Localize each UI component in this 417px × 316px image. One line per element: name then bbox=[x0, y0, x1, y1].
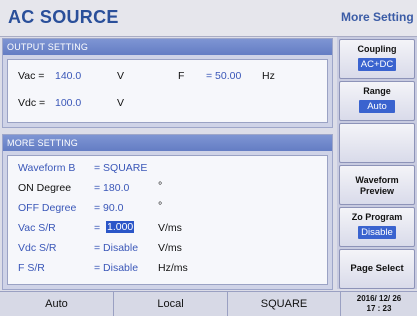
coupling-softkey[interactable]: Coupling AC+DC bbox=[339, 39, 415, 79]
frequency-label: F bbox=[178, 70, 185, 82]
vdc-slew-rate-unit: V/ms bbox=[158, 242, 182, 254]
zo-program-softkey[interactable]: Zo Program Disable bbox=[339, 207, 415, 247]
on-degree-value-field[interactable]: = 180.0 bbox=[94, 182, 129, 194]
screen: AC SOURCE More Setting OUTPUT SETTING Va… bbox=[0, 0, 417, 316]
blank-softkey[interactable] bbox=[339, 123, 415, 163]
more-setting-body: Waveform B = SQUARE ON Degree = 180.0 ° … bbox=[7, 155, 328, 285]
zo-program-value: Disable bbox=[358, 226, 396, 239]
status-waveform: SQUARE bbox=[260, 298, 308, 310]
status-time: 17 : 23 bbox=[366, 304, 392, 313]
vdc-value-field[interactable]: 100.0 bbox=[55, 97, 81, 109]
waveform-preview-softkey[interactable]: Waveform Preview bbox=[339, 165, 415, 205]
range-label: Range bbox=[363, 86, 391, 96]
waveform-b-label: Waveform B bbox=[18, 162, 76, 174]
output-setting-panel: OUTPUT SETTING Vac = 140.0 V F = 50.00 H… bbox=[2, 38, 333, 128]
vdc-unit: V bbox=[117, 97, 125, 109]
waveform-b-value-field[interactable]: = SQUARE bbox=[94, 162, 147, 174]
coupling-value: AC+DC bbox=[357, 58, 397, 71]
output-setting-body: Vac = 140.0 V F = 50.00 Hz Vdc = 100.0 V bbox=[7, 59, 328, 123]
more-setting-panel: MORE SETTING Waveform B = SQUARE ON Degr… bbox=[2, 134, 333, 290]
output-setting-title: OUTPUT SETTING bbox=[3, 39, 332, 55]
status-mode: Auto bbox=[45, 298, 68, 310]
vac-slew-rate-value-field[interactable]: 1.000 bbox=[106, 221, 135, 233]
vac-slew-rate-label: Vac S/R bbox=[18, 222, 56, 234]
range-softkey[interactable]: Range Auto bbox=[339, 81, 415, 121]
f-slew-rate-value-field[interactable]: = Disable bbox=[94, 262, 138, 274]
off-degree-value-field[interactable]: = 90.0 bbox=[94, 202, 124, 214]
page-select-label: Page Select bbox=[350, 263, 404, 274]
coupling-label: Coupling bbox=[357, 44, 397, 54]
f-slew-rate-label: F S/R bbox=[18, 262, 45, 274]
waveform-preview-label-line2: Preview bbox=[359, 186, 395, 196]
softkey-column: Coupling AC+DC Range Auto Waveform Previ… bbox=[337, 37, 417, 289]
waveform-preview-label-line1: Waveform bbox=[355, 175, 399, 185]
status-control: Local bbox=[157, 298, 184, 310]
on-degree-label: ON Degree bbox=[18, 182, 72, 194]
vac-slew-rate-unit: V/ms bbox=[158, 222, 182, 234]
frequency-value-field[interactable]: = 50.00 bbox=[206, 70, 241, 82]
vac-label: Vac = bbox=[18, 70, 45, 82]
off-degree-label: OFF Degree bbox=[18, 202, 77, 214]
header-bar: AC SOURCE More Setting bbox=[0, 0, 417, 37]
vdc-slew-rate-label: Vdc S/R bbox=[18, 242, 57, 254]
status-datetime: 2016/ 12/ 26 17 : 23 bbox=[342, 294, 416, 314]
vdc-slew-rate-value-field[interactable]: = Disable bbox=[94, 242, 138, 254]
more-setting-title: MORE SETTING bbox=[3, 135, 332, 151]
vdc-label: Vdc = bbox=[18, 97, 46, 109]
vac-unit: V bbox=[117, 70, 125, 82]
off-degree-unit: ° bbox=[158, 200, 163, 212]
range-value: Auto bbox=[359, 100, 395, 113]
f-slew-rate-unit: Hz/ms bbox=[158, 262, 188, 274]
status-date: 2016/ 12/ 26 bbox=[356, 294, 402, 303]
app-title: AC SOURCE bbox=[8, 7, 119, 27]
status-divider bbox=[340, 292, 341, 316]
on-degree-unit: ° bbox=[158, 180, 163, 192]
frequency-unit: Hz bbox=[262, 70, 275, 82]
zo-program-label: Zo Program bbox=[351, 212, 403, 222]
status-bar: Auto Local SQUARE 2016/ 12/ 26 17 : 23 bbox=[0, 291, 417, 316]
softkey-menu-title: More Setting bbox=[341, 10, 414, 24]
page-select-softkey[interactable]: Page Select bbox=[339, 249, 415, 289]
vac-value-field[interactable]: 140.0 bbox=[55, 70, 81, 82]
vac-slew-rate-equals: = bbox=[94, 222, 101, 234]
